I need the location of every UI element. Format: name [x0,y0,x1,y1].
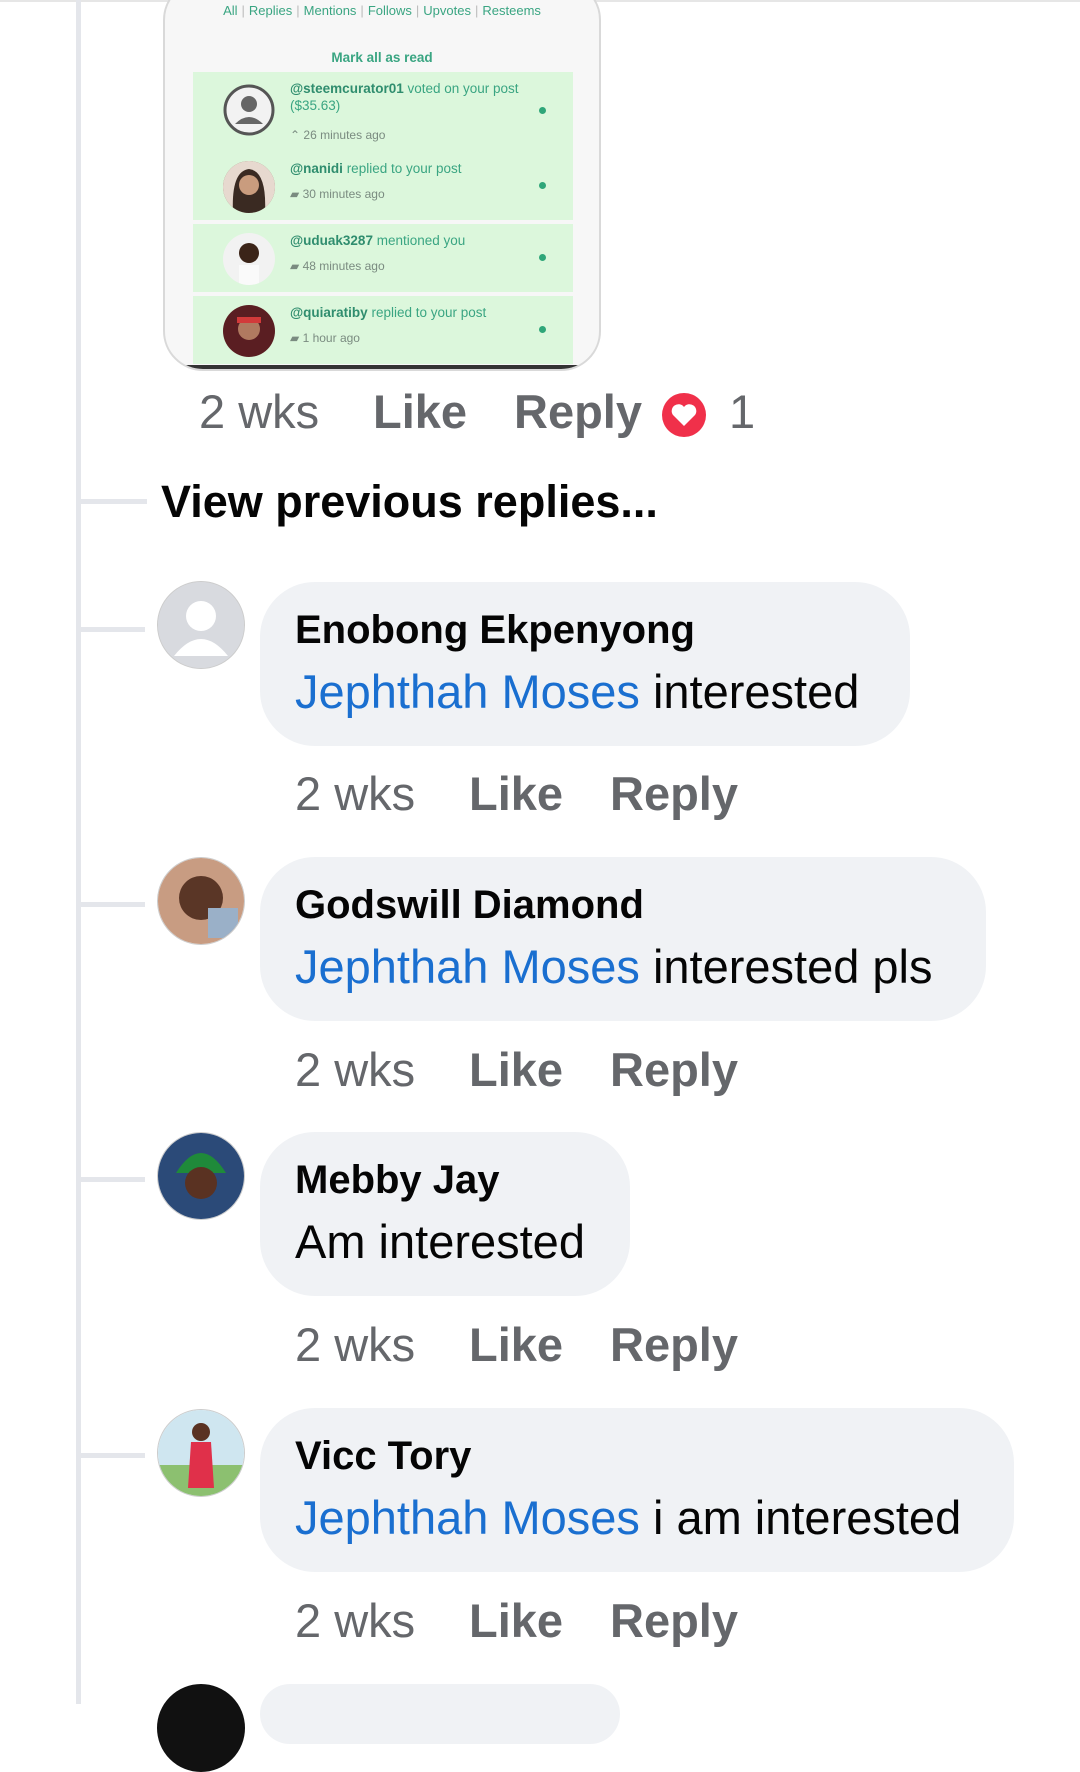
notification-user: @quiaratiby [290,305,368,320]
commenter-name[interactable]: Godswill Diamond [295,883,644,928]
reaction-count[interactable]: 1 [729,384,755,439]
reply-button[interactable]: Reply [610,1317,738,1372]
notification-text: replied to your post [346,161,462,176]
notification-item: @steemcurator01 voted on your post ($35.6… [193,72,573,152]
mention-link[interactable]: Jephthah Moses [295,1491,640,1544]
notification-item: @quiaratiby replied to your post ▰ 1 hou… [193,296,573,364]
timestamp[interactable]: 2 wks [295,1593,415,1648]
thread-branch [81,902,145,907]
notification-user: @steemcurator01 [290,81,404,96]
comment-bubble: Mebby Jay Am interested [260,1132,630,1296]
thread-branch [81,1453,145,1458]
mention-link[interactable]: Jephthah Moses [295,665,640,718]
thread-branch [81,627,145,632]
timestamp[interactable]: 2 wks [295,766,415,821]
comment-icon: ▰ [290,331,300,345]
avatar [223,305,275,357]
mention-icon: ▰ [290,259,300,273]
comment-text: interested [639,665,860,718]
timestamp[interactable]: 2 wks [295,1317,415,1372]
avatar [223,233,275,285]
notification-tabs: All | Replies | Mentions | Follows | Upvotes | Res… [223,3,541,18]
heart-icon[interactable] [661,392,707,449]
commenter-name[interactable]: Vicc Tory [295,1434,471,1479]
notification-time: 26 minutes ago [303,128,386,142]
comment-actions: 2 wks Like Reply [295,1317,795,1372]
notification-item: @uduak3287 mentioned you ▰ 48 minutes ag… [193,224,573,292]
tab-upvotes: Upvotes [423,3,471,18]
avatar[interactable] [157,857,245,945]
comment-text: i am interested [639,1491,962,1544]
reply-button[interactable]: Reply [610,1042,738,1097]
notification-user: @uduak3287 [290,233,373,248]
tab-mentions: Mentions [303,3,357,18]
comment-bubble: Vicc Tory Jephthah Moses i am interested [260,1408,1014,1572]
mention-link[interactable]: Jephthah Moses [295,940,640,993]
avatar[interactable] [157,1409,245,1497]
attached-screenshot[interactable]: All | Replies | Mentions | Follows | Upvotes | Res… [163,0,601,371]
notification-text: voted on your post [407,81,519,96]
tab-all: All [223,3,238,18]
reply-button[interactable]: Reply [610,1593,738,1648]
comment-actions: 2 wks Like Reply [295,1042,795,1097]
notification-text: mentioned you [376,233,466,248]
reply-button[interactable]: Reply [514,384,642,439]
comment-text: Am interested [295,1215,585,1268]
comment-actions: 2 wks Like Reply [295,766,795,821]
commenter-name[interactable]: Enobong Ekpenyong [295,608,695,653]
comment-actions: 2 wks Like Reply 1 [199,384,799,439]
thread-line [76,0,81,1704]
notification-user: @nanidi [290,161,343,176]
default-avatar-icon [223,84,275,136]
like-button[interactable]: Like [469,1593,563,1648]
like-button[interactable]: Like [469,1317,563,1372]
avatar [223,161,275,213]
thread-branch [81,499,147,504]
upvote-icon: ⌃ [290,128,301,142]
notification-time: 1 hour ago [302,331,360,345]
comment-icon: ▰ [290,187,300,201]
comment-bubble: Enobong Ekpenyong Jephthah Moses interes… [260,582,910,746]
notification-amount: ($35.63) [290,98,341,113]
notification-time: 30 minutes ago [302,187,385,201]
like-button[interactable]: Like [469,766,563,821]
comment-actions: 2 wks Like Reply [295,1593,795,1648]
comment-bubble: Godswill Diamond Jephthah Moses interest… [260,857,986,1021]
unread-dot [539,107,546,114]
tab-follows: Follows [367,3,412,18]
like-button[interactable]: Like [373,384,467,439]
notification-time: 48 minutes ago [302,259,385,273]
comment-text: interested pls [639,940,933,993]
thread-branch [81,1177,145,1182]
notification-text: replied to your post [371,305,487,320]
tab-resteems: Resteems [482,3,541,18]
card-bottom-edge [165,365,599,369]
unread-dot [539,326,546,333]
notification-item: @nanidi replied to your post ▰ 30 minute… [193,152,573,220]
avatar[interactable] [157,1132,245,1220]
commenter-name[interactable]: Mebby Jay [295,1158,500,1203]
reply-button[interactable]: Reply [610,766,738,821]
unread-dot [539,254,546,261]
mark-all-read: Mark all as read [331,50,433,65]
tab-replies: Replies [248,3,293,18]
avatar[interactable] [157,1684,245,1772]
like-button[interactable]: Like [469,1042,563,1097]
unread-dot [539,182,546,189]
timestamp[interactable]: 2 wks [295,1042,415,1097]
comment-bubble [260,1684,620,1744]
avatar[interactable] [157,581,245,669]
view-previous-replies[interactable]: View previous replies... [161,476,658,528]
timestamp[interactable]: 2 wks [199,384,319,439]
